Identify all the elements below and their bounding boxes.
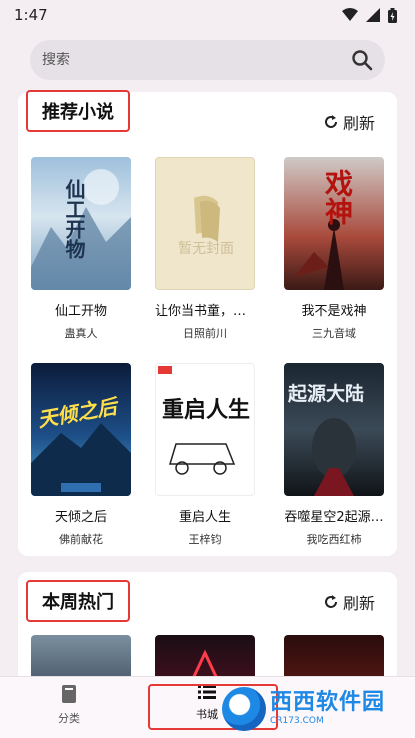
refresh-button-weekly[interactable]: 刷新 — [323, 590, 375, 614]
book-cover[interactable]: 仙工开物 — [31, 157, 131, 290]
book-item[interactable]: 暂无封面 让你当书童，你… 日照前川 — [155, 157, 255, 341]
cover-title: 仙工开物 — [62, 179, 86, 259]
refresh-icon — [325, 595, 337, 608]
book-cover[interactable] — [155, 635, 255, 682]
status-icons — [342, 7, 397, 23]
cover-title: 暂无封面 — [178, 241, 234, 257]
refresh-label: 刷新 — [342, 114, 375, 133]
nav-label: 分类 — [58, 712, 80, 725]
book-cover[interactable]: 起源大陆 — [284, 363, 384, 496]
search-bar[interactable] — [30, 40, 385, 80]
book-author: 王梓钧 — [188, 533, 222, 546]
book-title: 让你当书童，你… — [155, 304, 255, 319]
book-cover[interactable] — [284, 635, 384, 682]
wifi-icon — [342, 8, 358, 21]
cover-art — [158, 366, 236, 475]
cover-art — [189, 649, 221, 682]
refresh-label: 刷新 — [342, 594, 375, 613]
book-item[interactable]: 天倾之后 天倾之后 佛前献花 — [31, 363, 131, 547]
book-item[interactable]: 起源大陆 吞噬星空2起源… 我吃西红柿 — [284, 363, 384, 547]
book-cover[interactable]: 戏神 — [284, 157, 384, 290]
book-icon — [62, 685, 76, 703]
cover-title: 戏神 — [321, 169, 354, 225]
watermark-sub: CR173.COM — [270, 716, 324, 726]
nav-item-category[interactable]: 分类 — [29, 685, 109, 726]
book-cover[interactable]: 天倾之后 — [31, 363, 131, 496]
watermark-logo — [222, 687, 266, 731]
book-item[interactable]: 戏神 我不是戏神 三九音域 — [284, 157, 384, 341]
book-cover[interactable]: 重启人生 — [155, 363, 255, 496]
battery-icon — [388, 7, 397, 23]
status-bar: 1:47 — [0, 0, 415, 30]
book-item[interactable]: 重启人生 重启人生 王梓钧 — [155, 363, 255, 547]
placeholder-book-icon — [194, 195, 220, 242]
watermark: 西西软件园 CR173.COM — [222, 684, 412, 734]
watermark-text: 西西软件园 CR173.COM — [270, 692, 385, 726]
book-author: 我吃西红柿 — [306, 533, 362, 546]
signal-icon — [366, 8, 380, 22]
refresh-button-recommend[interactable]: 刷新 — [323, 110, 375, 134]
weekly-section: 本周热门 刷新 — [18, 572, 397, 682]
book-author: 日照前川 — [183, 327, 227, 340]
book-title: 天倾之后 — [54, 510, 107, 525]
book-cover[interactable] — [31, 635, 131, 682]
search-input[interactable] — [42, 52, 351, 68]
book-author: 蛊真人 — [64, 327, 98, 340]
cover-title: 重启人生 — [162, 398, 251, 423]
book-title: 重启人生 — [178, 510, 231, 525]
recommend-section: 推荐小说 刷新 仙工开物 仙工开物 蛊真人 暂无封面 让你当书童，你… 日照前川 — [18, 90, 397, 556]
watermark-main: 西西软件园 — [270, 690, 386, 715]
book-author: 三九音域 — [312, 327, 356, 340]
book-title: 我不是戏神 — [301, 304, 367, 319]
book-title: 吞噬星空2起源… — [284, 510, 384, 525]
book-author: 佛前献花 — [59, 533, 103, 546]
cover-title: 起源大陆 — [288, 383, 365, 405]
book-title: 仙工开物 — [54, 304, 107, 319]
status-time: 1:47 — [14, 6, 48, 24]
search-icon[interactable] — [351, 49, 373, 71]
book-item[interactable]: 仙工开物 仙工开物 蛊真人 — [31, 157, 131, 341]
section-title-recommend: 推荐小说 — [26, 90, 130, 132]
refresh-icon — [325, 115, 337, 128]
book-cover[interactable]: 暂无封面 — [155, 157, 255, 290]
section-title-weekly: 本周热门 — [26, 580, 130, 622]
